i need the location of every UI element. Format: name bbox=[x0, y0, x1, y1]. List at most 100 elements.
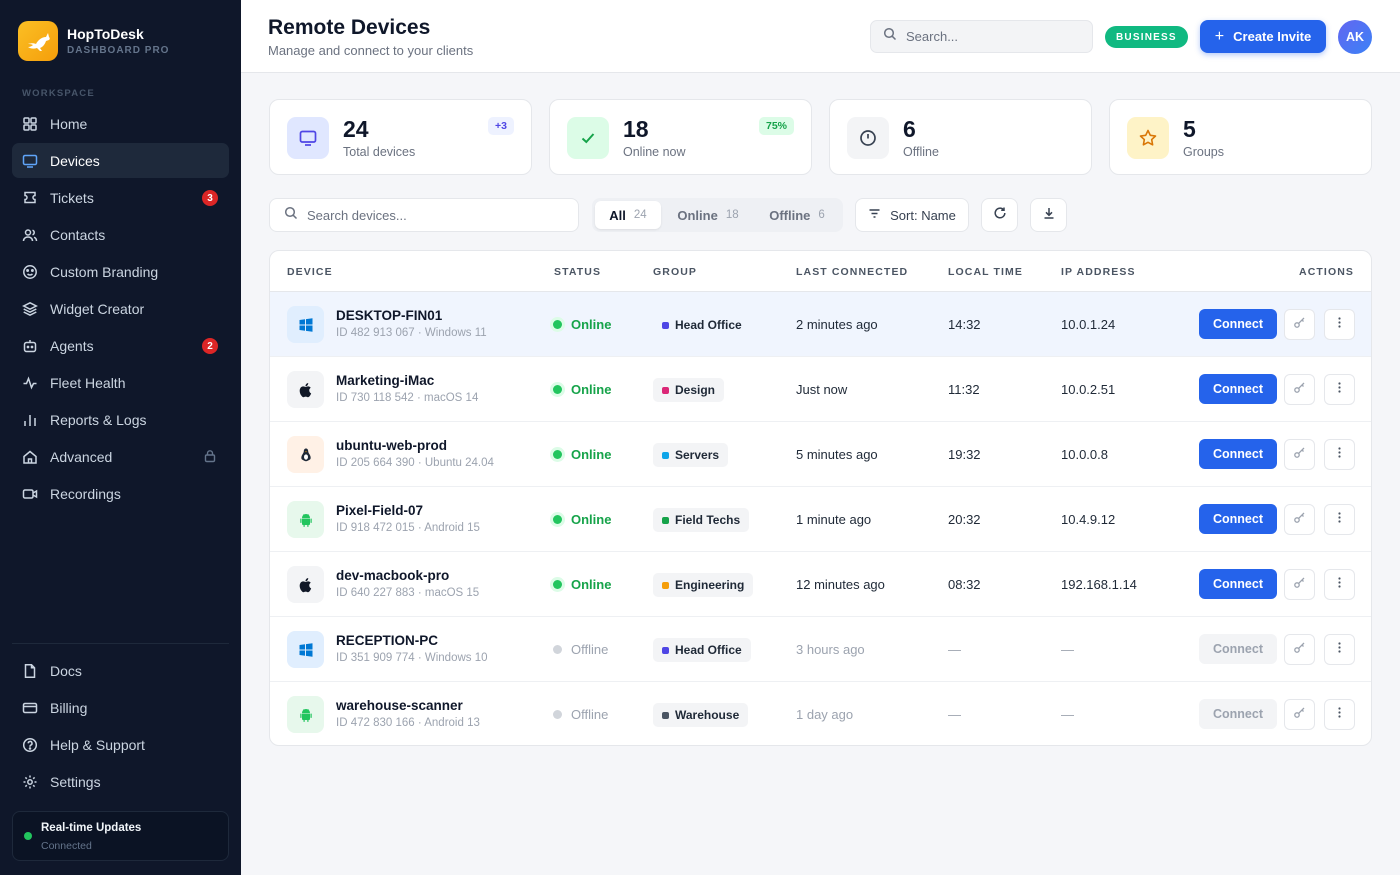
key-button[interactable] bbox=[1284, 699, 1315, 730]
table-row[interactable]: Marketing-iMac ID 730 118 542 · macOS 14… bbox=[270, 357, 1371, 422]
connect-button[interactable]: Connect bbox=[1199, 374, 1277, 404]
sidebar-item-fleet-health[interactable]: Fleet Health bbox=[12, 365, 229, 400]
status-dot-icon bbox=[553, 645, 562, 654]
sidebar-item-tickets[interactable]: Tickets 3 bbox=[12, 180, 229, 215]
connection-dot-icon bbox=[24, 832, 32, 840]
table-row[interactable]: ubuntu-web-prod ID 205 664 390 · Ubuntu … bbox=[270, 422, 1371, 487]
sidebar-item-agents[interactable]: Agents 2 bbox=[12, 328, 229, 363]
device-meta: ID 351 909 774 · Windows 10 bbox=[336, 652, 488, 664]
more-options-button[interactable] bbox=[1324, 309, 1355, 340]
table-row[interactable]: RECEPTION-PC ID 351 909 774 · Windows 10… bbox=[270, 617, 1371, 682]
sidebar-item-label: Agents bbox=[50, 337, 94, 354]
group-color-icon bbox=[662, 321, 669, 329]
sidebar-item-help-support[interactable]: Help & Support bbox=[12, 727, 229, 762]
stat-value: 24 bbox=[343, 116, 369, 142]
global-search[interactable] bbox=[870, 20, 1093, 53]
group-tag: Head Office bbox=[653, 313, 751, 337]
device-search[interactable] bbox=[269, 198, 579, 232]
sidebar-item-settings[interactable]: Settings bbox=[12, 764, 229, 799]
more-options-button[interactable] bbox=[1324, 634, 1355, 665]
more-options-button[interactable] bbox=[1324, 569, 1355, 600]
more-vertical-icon bbox=[1333, 576, 1346, 594]
bot-icon bbox=[22, 338, 38, 354]
connect-button[interactable]: Connect bbox=[1199, 309, 1277, 339]
sidebar-item-docs[interactable]: Docs bbox=[12, 653, 229, 688]
table-row[interactable]: Pixel-Field-07 ID 918 472 015 · Android … bbox=[270, 487, 1371, 552]
key-button[interactable] bbox=[1284, 374, 1315, 405]
refresh-button[interactable] bbox=[981, 198, 1018, 232]
more-options-button[interactable] bbox=[1324, 504, 1355, 535]
group-tag: Servers bbox=[653, 443, 729, 467]
download-button[interactable] bbox=[1030, 198, 1067, 232]
connect-button[interactable]: Connect bbox=[1199, 439, 1277, 469]
stat-value: 5 bbox=[1183, 116, 1196, 142]
key-button[interactable] bbox=[1284, 309, 1315, 340]
more-options-button[interactable] bbox=[1324, 439, 1355, 470]
more-vertical-icon bbox=[1333, 316, 1346, 334]
local-time: 20:32 bbox=[948, 512, 981, 527]
key-button[interactable] bbox=[1284, 439, 1315, 470]
connect-button[interactable]: Connect bbox=[1199, 699, 1277, 729]
ip-address: 10.0.1.24 bbox=[1061, 317, 1116, 332]
more-vertical-icon bbox=[1333, 706, 1346, 724]
create-invite-button[interactable]: + Create Invite bbox=[1200, 20, 1326, 53]
stat-value: 18 bbox=[623, 116, 649, 142]
more-options-button[interactable] bbox=[1324, 374, 1355, 405]
brand[interactable]: HopToDesk DASHBOARD PRO bbox=[18, 21, 169, 61]
table-row[interactable]: DESKTOP-FIN01 ID 482 913 067 · Windows 1… bbox=[270, 292, 1371, 357]
table-row[interactable]: dev-macbook-pro ID 640 227 883 · macOS 1… bbox=[270, 552, 1371, 617]
sidebar-item-custom-branding[interactable]: Custom Branding bbox=[12, 254, 229, 289]
key-button[interactable] bbox=[1284, 504, 1315, 535]
stat-card-total: 24 Total devices +3 bbox=[269, 99, 532, 175]
key-icon bbox=[1293, 381, 1306, 399]
secondary-nav: Docs Billing Help & Support Settings bbox=[12, 653, 229, 801]
device-name: Pixel-Field-07 bbox=[336, 503, 424, 518]
status-label: Online bbox=[571, 382, 612, 397]
status-label: Online bbox=[571, 512, 612, 527]
brand-subtitle: DASHBOARD PRO bbox=[67, 44, 170, 56]
video-icon bbox=[22, 486, 38, 502]
filter-all[interactable]: All 24 bbox=[595, 201, 661, 229]
stat-percent-chip: 75% bbox=[758, 117, 794, 135]
ip-address: — bbox=[1061, 642, 1074, 657]
android-icon bbox=[287, 501, 324, 538]
group-tag: Warehouse bbox=[653, 703, 749, 727]
avatar[interactable]: AK bbox=[1338, 20, 1372, 54]
check-icon bbox=[567, 117, 609, 159]
filter-online[interactable]: Online 18 bbox=[668, 201, 748, 229]
key-button[interactable] bbox=[1284, 634, 1315, 665]
column-header: DEVICE bbox=[287, 266, 333, 278]
device-search-input[interactable] bbox=[307, 207, 557, 223]
table-row[interactable]: warehouse-scanner ID 472 830 166 · Andro… bbox=[270, 682, 1371, 745]
sort-button[interactable]: Sort: Name bbox=[855, 198, 969, 232]
key-icon bbox=[1293, 446, 1306, 464]
group-tag: Engineering bbox=[653, 573, 754, 597]
last-connected: 1 minute ago bbox=[796, 512, 872, 527]
sidebar-item-contacts[interactable]: Contacts bbox=[12, 217, 229, 252]
sidebar-item-label: Contacts bbox=[50, 226, 106, 243]
key-button[interactable] bbox=[1284, 569, 1315, 600]
last-connected: 3 hours ago bbox=[796, 642, 865, 657]
sidebar-item-devices[interactable]: Devices bbox=[12, 143, 229, 178]
column-header: LAST CONNECTED bbox=[796, 266, 909, 278]
key-icon bbox=[1293, 706, 1306, 724]
sidebar-item-label: Custom Branding bbox=[50, 263, 159, 280]
connect-button[interactable]: Connect bbox=[1199, 504, 1277, 534]
connect-button[interactable]: Connect bbox=[1199, 634, 1277, 664]
page-title: Remote Devices bbox=[268, 16, 431, 39]
search-input[interactable] bbox=[906, 29, 1076, 44]
sidebar-item-home[interactable]: Home bbox=[12, 106, 229, 141]
status-offline: Offline bbox=[553, 642, 608, 657]
status-dot-icon bbox=[553, 385, 562, 394]
filter-offline[interactable]: Offline 6 bbox=[758, 201, 836, 229]
stat-card-groups: 5 Groups bbox=[1109, 99, 1372, 175]
sidebar-item-widget-creator[interactable]: Widget Creator bbox=[12, 291, 229, 326]
sidebar-item-billing[interactable]: Billing bbox=[12, 690, 229, 725]
connect-button[interactable]: Connect bbox=[1199, 569, 1277, 599]
monitor-icon bbox=[22, 153, 38, 169]
sidebar-item-recordings[interactable]: Recordings bbox=[12, 476, 229, 511]
sidebar-item-advanced[interactable]: Advanced bbox=[12, 439, 229, 474]
sidebar-item-reports-logs[interactable]: Reports & Logs bbox=[12, 402, 229, 437]
more-options-button[interactable] bbox=[1324, 699, 1355, 730]
palette-icon bbox=[22, 264, 38, 280]
